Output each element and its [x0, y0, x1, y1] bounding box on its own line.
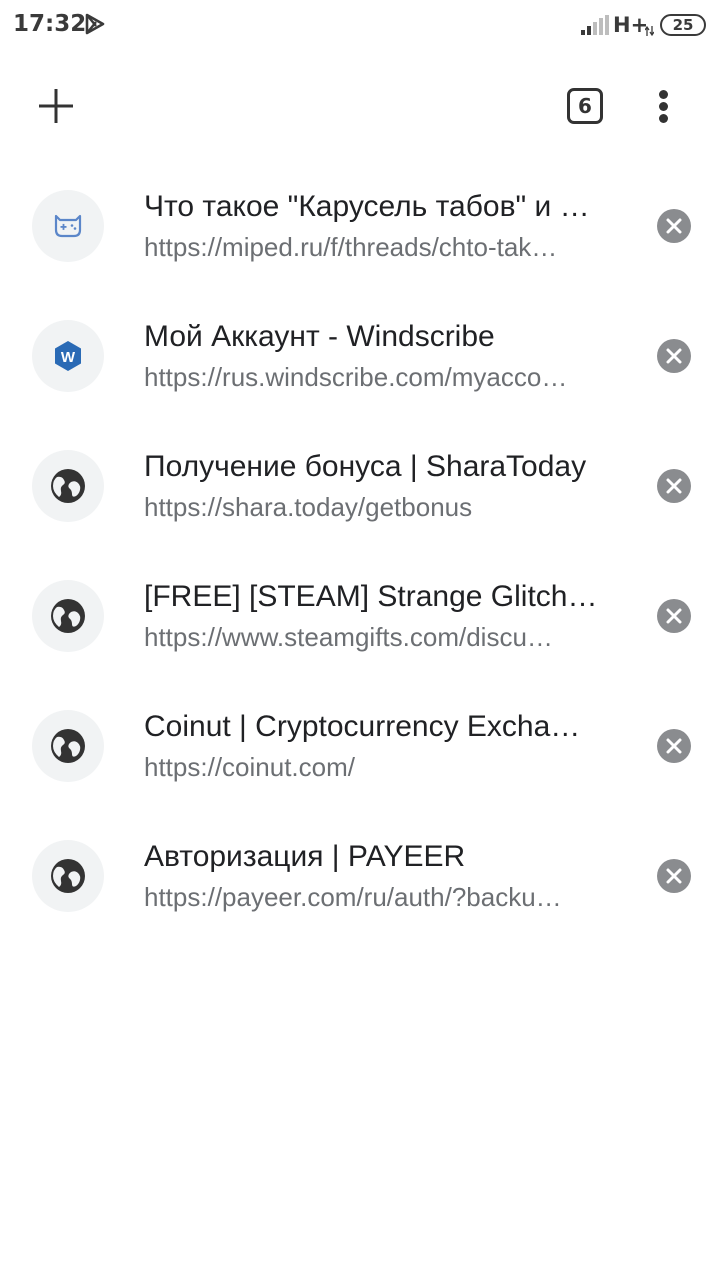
gamepad-icon [54, 214, 82, 238]
close-tab-button[interactable] [652, 204, 696, 248]
tab-title: Получение бонуса | SharaToday [144, 450, 587, 483]
favicon [32, 710, 104, 782]
globe-icon [51, 729, 85, 763]
tab-title: Мой Аккаунт - Windscribe [144, 320, 495, 353]
favicon [32, 840, 104, 912]
tab-switcher-screen: 17:32 H+ 25 6 Что такое "Карусель табов"… [0, 0, 720, 1280]
globe-icon [51, 469, 85, 503]
tab-item[interactable]: Авторизация | PAYEER https://payeer.com/… [0, 810, 720, 940]
data-activity-icon [644, 24, 655, 37]
tab-item[interactable]: W Мой Аккаунт - Windscribe https://rus.w… [0, 290, 720, 420]
tab-item[interactable]: Coinut | Cryptocurrency Excha… https://c… [0, 680, 720, 810]
tab-switcher-toolbar: 6 [0, 70, 720, 142]
favicon [32, 450, 104, 522]
tab-title: Авторизация | PAYEER [144, 840, 466, 873]
close-tab-button[interactable] [652, 334, 696, 378]
close-icon [666, 738, 682, 754]
close-icon [666, 478, 682, 494]
favicon [32, 190, 104, 262]
tab-url: https://rus.windscribe.com/myacco… [144, 362, 568, 392]
battery-indicator: 25 [660, 14, 706, 36]
tab-count-button[interactable]: 6 [560, 81, 610, 131]
network-type: H+ [613, 13, 649, 37]
status-bar: 17:32 H+ 25 [0, 0, 720, 52]
tab-item[interactable]: Получение бонуса | SharaToday https://sh… [0, 420, 720, 550]
close-icon [666, 608, 682, 624]
favicon: W [32, 320, 104, 392]
close-tab-button[interactable] [652, 594, 696, 638]
close-icon [666, 348, 682, 364]
tab-url: https://shara.today/getbonus [144, 492, 473, 522]
plus-icon [39, 89, 73, 123]
windscribe-logo-letter: W [61, 349, 76, 366]
tab-list: Что такое "Карусель табов" и … https://m… [0, 160, 720, 940]
tab-title: Coinut | Cryptocurrency Excha… [144, 710, 581, 743]
tab-item[interactable]: [FREE] [STEAM] Strange Glitch… https://w… [0, 550, 720, 680]
close-icon [666, 868, 682, 884]
tab-url: https://miped.ru/f/threads/chto-tak… [144, 232, 558, 262]
close-tab-button[interactable] [652, 464, 696, 508]
close-tab-button[interactable] [652, 854, 696, 898]
globe-icon [51, 599, 85, 633]
new-tab-button[interactable] [22, 70, 90, 142]
tab-count: 6 [567, 88, 603, 124]
tab-url: https://www.steamgifts.com/discu… [144, 622, 553, 652]
tab-title: [FREE] [STEAM] Strange Glitch… [144, 580, 598, 613]
status-time: 17:32 [13, 11, 87, 37]
favicon [32, 580, 104, 652]
close-icon [666, 218, 682, 234]
windscribe-logo: W [55, 341, 81, 371]
tab-url: https://payeer.com/ru/auth/?backu… [144, 882, 562, 912]
play-store-icon [84, 13, 106, 35]
close-tab-button[interactable] [652, 724, 696, 768]
tab-title: Что такое "Карусель табов" и … [144, 190, 590, 223]
tab-url: https://coinut.com/ [144, 752, 355, 782]
globe-icon [51, 859, 85, 893]
signal-icon [580, 15, 610, 35]
more-options-button[interactable] [640, 81, 688, 131]
tab-item[interactable]: Что такое "Карусель табов" и … https://m… [0, 160, 720, 290]
